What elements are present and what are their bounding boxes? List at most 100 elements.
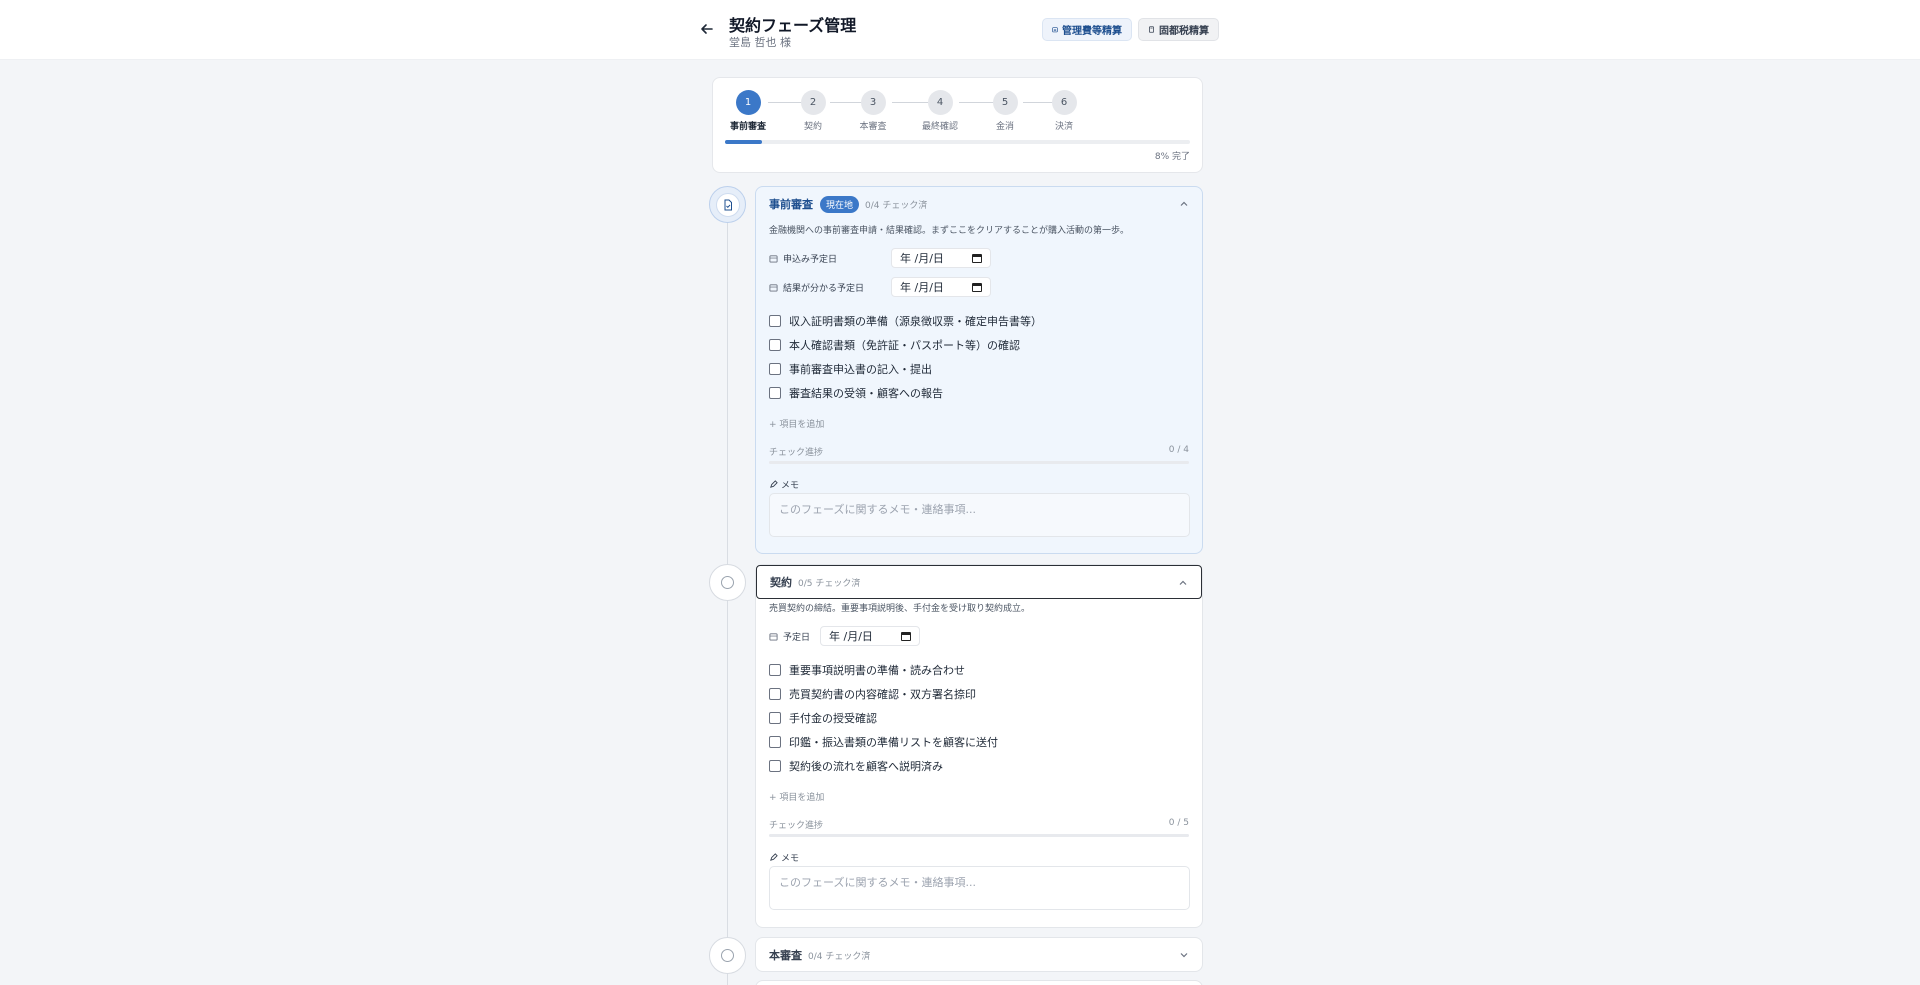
checklist-item[interactable]: 収入証明書類の準備（源泉徴収票・確定申告書等） [769,313,1042,329]
app-header: 契約フェーズ管理 堂島 哲也 様 管理費等精算 固都税精算 [0,0,1920,60]
step-2[interactable]: 2 契約 [783,90,843,132]
circle-icon [721,576,734,589]
overall-progress-text: 8% 完了 [1154,152,1190,162]
add-item-button[interactable]: + 項目を追加 [769,790,824,803]
check-progress-value: 0 / 5 [1168,818,1189,828]
date-row: 申込み予定日 [769,252,837,265]
add-item-button[interactable]: + 項目を追加 [769,417,824,430]
calendar-picker-icon [972,254,982,263]
phase-header[interactable]: 事前審査 現在地 0/4 チェック済 [756,187,1202,221]
date-label: 結果が分かる予定日 [783,284,865,294]
phase-card-pre-screening: 事前審査 現在地 0/4 チェック済 金融機関への事前審査申請・結果確認。まずこ… [755,186,1203,554]
checklist-item[interactable]: 本人確認書類（免許証・パスポート等）の確認 [769,337,1020,353]
checklist-item[interactable]: 契約後の流れを顧客へ説明済み [769,758,943,774]
checklist-item[interactable]: 売買契約書の内容確認・双方署名捺印 [769,686,976,702]
checklist-item[interactable]: 重要事項説明書の準備・読み合わせ [769,662,965,678]
calculator-icon [1149,26,1154,33]
chevron-up-icon [1179,580,1187,585]
check-progress-label: チェック進捗 [769,448,824,458]
step-label: 事前審査 [729,122,766,132]
memo-textarea[interactable]: このフェーズに関するメモ・連絡事項... [769,866,1190,910]
customer-name: 堂島 哲也 様 [729,36,791,49]
edit-icon [770,480,778,488]
step-4[interactable]: 4 最終確認 [910,90,970,132]
checklist-item[interactable]: 手付金の授受確認 [769,710,877,726]
step-1[interactable]: 1 事前審査 [718,90,778,132]
step-number: 4 [927,90,953,115]
chevron-up-icon [1180,201,1188,206]
phase-description: 金融機関への事前審査申請・結果確認。まずここをクリアすることが購入活動の第一歩。 [769,226,1130,236]
calendar-icon [769,633,778,641]
phase-name: 契約 [770,576,792,589]
step-label: 決済 [1054,122,1073,132]
contract-date-input[interactable]: 年 /月/日 [820,626,920,646]
calendar-icon [769,255,778,263]
step-number: 2 [800,90,826,115]
check-count: 0/5 チェック済 [798,578,861,589]
checkbox[interactable] [769,363,781,375]
calendar-icon [769,284,778,292]
calendar-picker-icon [901,632,911,641]
checkbox[interactable] [769,736,781,748]
current-badge: 現在地 [820,195,860,213]
checkbox[interactable] [769,688,781,700]
step-6[interactable]: 6 決済 [1034,90,1094,132]
property-tax-label: 固都税精算 [1159,26,1209,37]
date-row: 結果が分かる予定日 [769,281,864,294]
building-icon [1052,27,1058,33]
page-title: 契約フェーズ管理 [729,16,857,35]
step-label: 本審査 [859,122,887,132]
check-count: 0/4 チェック済 [808,951,871,962]
step-label: 金消 [995,122,1014,132]
phase-name: 事前審査 [769,198,813,211]
check-progress-bar [769,834,1189,837]
property-tax-settlement-button[interactable]: 固都税精算 [1138,18,1219,41]
date-label: 予定日 [783,633,811,643]
checkbox[interactable] [769,387,781,399]
step-5[interactable]: 5 金消 [975,90,1035,132]
step-number: 5 [992,90,1018,115]
checkbox[interactable] [769,712,781,724]
management-fee-settlement-button[interactable]: 管理費等精算 [1042,18,1132,41]
step-label: 最終確認 [921,122,958,132]
checkbox[interactable] [769,315,781,327]
phase-stepper: 1 事前審査 2 契約 3 本審査 4 最終確認 5 金消 6 決済 8% 完了 [712,77,1203,173]
arrow-left-icon [701,24,713,34]
phase-card-contract: 契約 0/5 チェック済 売買契約の締結。重要事項説明後、手付金を受け取り契約成… [755,564,1203,928]
checkbox[interactable] [769,664,781,676]
chevron-down-icon [1180,953,1188,958]
step-number: 1 [735,90,761,115]
phase-header[interactable]: 本審査 0/4 チェック済 [756,938,1202,972]
phase-card-next [755,980,1203,985]
check-progress-value: 0 / 4 [1168,445,1189,455]
checkbox[interactable] [769,339,781,351]
overall-progress-fill [725,140,763,144]
checkbox[interactable] [769,760,781,772]
step-number: 3 [860,90,886,115]
file-check-icon [724,199,732,210]
step-3[interactable]: 3 本審査 [843,90,903,132]
calendar-picker-icon [972,283,982,292]
memo-textarea[interactable]: このフェーズに関するメモ・連絡事項... [769,493,1190,537]
phase-description: 売買契約の締結。重要事項説明後、手付金を受け取り契約成立。 [769,604,1031,614]
phase-header[interactable]: 契約 0/5 チェック済 [756,565,1202,599]
check-progress-bar [769,461,1189,464]
memo-label-row: メモ [769,851,799,864]
checklist-item[interactable]: 事前審査申込書の記入・提出 [769,361,932,377]
application-date-input[interactable]: 年 /月/日 [891,248,991,268]
memo-label-row: メモ [769,478,799,491]
timeline-node [709,564,746,601]
check-count: 0/4 チェック済 [865,200,928,211]
phase-card-main-screening: 本審査 0/4 チェック済 [755,937,1203,972]
step-number: 6 [1051,90,1077,115]
overall-progress-bar [725,140,1190,144]
step-label: 契約 [803,122,822,132]
checklist-item[interactable]: 審査結果の受領・顧客への報告 [769,385,943,401]
timeline-node [709,937,746,974]
back-button[interactable] [697,19,717,39]
result-date-input[interactable]: 年 /月/日 [891,277,991,297]
edit-icon [770,853,778,861]
date-label: 申込み予定日 [783,255,838,265]
checklist-item[interactable]: 印鑑・振込書類の準備リストを顧客に送付 [769,734,998,750]
phase-name: 本審査 [769,949,802,962]
